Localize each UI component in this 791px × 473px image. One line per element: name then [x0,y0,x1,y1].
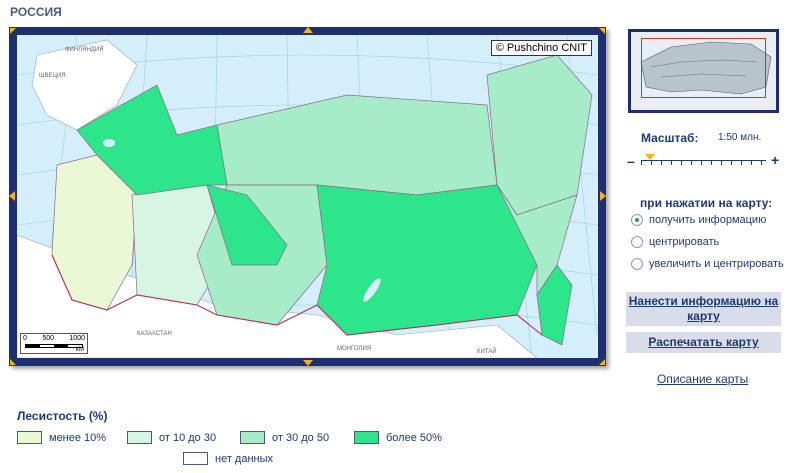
forest-cover-map[interactable]: ФИНЛЯНДИЯ ШВЕЦИЯ КАЗАХСТАН МОНГОЛИЯ КИТА… [17,35,598,358]
print-map-button[interactable]: Распечатать карту [626,332,781,353]
legend-swatch-lt10 [17,431,42,444]
map-label-finland: ФИНЛЯНДИЯ [65,47,104,53]
pan-west-arrow[interactable] [9,191,15,201]
radio-zoom-center-label: увеличить и центрировать [649,258,784,270]
legend-swatch-30-50 [240,431,265,444]
legend-label-lt10: менее 10% [49,431,107,444]
pan-northeast-arrow[interactable] [599,28,605,34]
legend-swatch-gt50 [354,431,379,444]
map-frame: ФИНЛЯНДИЯ ШВЕЦИЯ КАЗАХСТАН МОНГОЛИЯ КИТА… [9,27,606,366]
scale-title: Масштаб: [641,131,699,145]
legend-label-gt50: более 50% [386,431,442,444]
legend-swatch-10-30 [127,431,152,444]
zoom-slider-ticks [641,160,766,166]
legend-item-30-50: от 30 до 50 [240,431,329,444]
radio-get-info[interactable]: получить информацию [631,214,766,226]
map-label-china: КИТАЙ [477,347,497,355]
legend-item-no-data: нет данных [183,452,273,465]
pan-north-arrow[interactable] [303,27,313,33]
scale-bar-tick-500: 500 [42,335,54,342]
legend-item-lt10: менее 10% [17,431,106,444]
legend-label-no-data: нет данных [215,452,274,465]
map-copyright: © Pushchino CNIT [490,40,592,56]
overview-viewport-box[interactable] [641,38,766,98]
pan-southeast-arrow[interactable] [599,359,605,365]
map-description-link[interactable]: Описание карты [657,372,748,386]
pan-southwest-arrow[interactable] [10,359,16,365]
page-title: РОССИЯ [10,5,62,19]
scale-bar-unit: КМ [75,347,85,353]
radio-center-control[interactable] [631,236,643,248]
overview-map[interactable] [628,29,779,113]
legend-title: Лесистость (%) [17,409,108,423]
map-scale-bar: 0 500 1000 КМ [20,333,88,354]
region-arctic [216,94,498,196]
scale-bar-tick-0: 0 [23,335,27,342]
scale-value: 1:50 млн. [718,132,762,143]
radio-get-info-label: получить информацию [649,214,767,226]
map-label-mongolia: МОНГОЛИЯ [337,346,371,352]
radio-get-info-control[interactable] [631,214,643,226]
legend-item-gt50: более 50% [354,431,442,444]
map-label-sweden: ШВЕЦИЯ [39,73,66,79]
region-far-east [486,54,593,216]
legend-item-10-30: от 10 до 30 [127,431,216,444]
legend-label-30-50: от 30 до 50 [272,431,330,444]
radio-zoom-center[interactable]: увеличить и центрировать [631,258,784,270]
pan-east-arrow[interactable] [600,191,606,201]
radio-zoom-center-control[interactable] [631,258,643,270]
scale-bar-tick-1000: 1000 [69,335,85,342]
pan-northwest-arrow[interactable] [10,28,16,34]
radio-center-label: центрировать [649,236,720,248]
region-east-siberia [316,184,538,336]
map-label-kazakhstan: КАЗАХСТАН [137,331,172,337]
map-canvas[interactable]: ФИНЛЯНДИЯ ШВЕЦИЯ КАЗАХСТАН МОНГОЛИЯ КИТА… [17,35,598,358]
click-action-title: при нажатии на карту: [640,196,773,210]
zoom-in-button[interactable]: + [771,152,779,168]
radio-center[interactable]: центрировать [631,236,719,248]
pan-south-arrow[interactable] [303,360,313,366]
add-info-button[interactable]: Нанести информацию на карту [626,292,781,326]
zoom-slider-thumb[interactable] [645,154,655,160]
legend-label-10-30: от 10 до 30 [159,431,217,444]
zoom-out-button[interactable]: – [627,153,635,169]
legend-swatch-no-data [183,452,208,465]
